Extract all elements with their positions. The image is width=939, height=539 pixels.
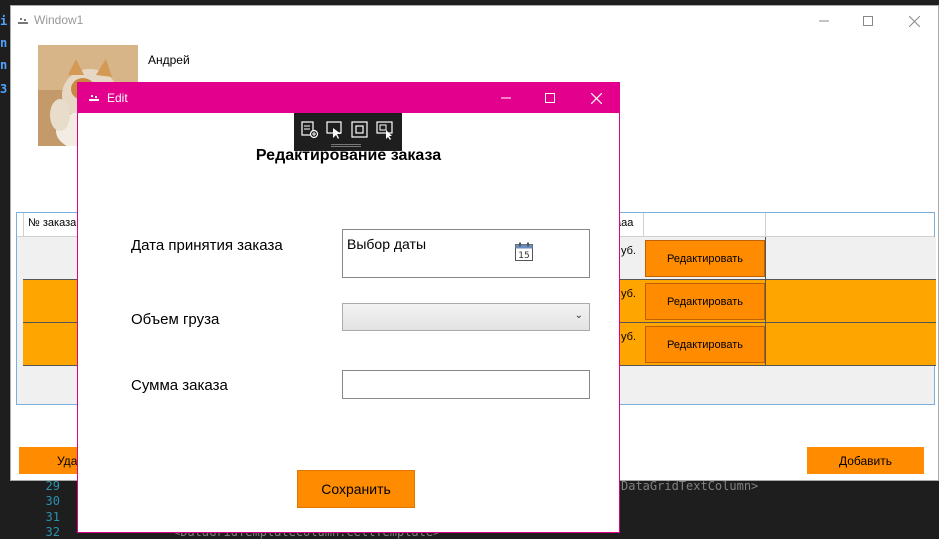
save-button[interactable]: Сохранить xyxy=(297,470,415,508)
xaml-debug-toolbar xyxy=(294,113,402,151)
code-line: DataGridTextColumn> xyxy=(621,479,759,493)
app-icon xyxy=(17,16,29,26)
line-number: 32 xyxy=(45,525,60,539)
editor-fragment: 3 xyxy=(0,82,8,96)
edit-row-button[interactable]: Редактировать xyxy=(645,326,765,363)
price-cell: уб. xyxy=(621,245,636,257)
editor-fragment: n xyxy=(0,58,8,72)
pointer-button[interactable] xyxy=(324,119,346,141)
line-number: 31 xyxy=(45,510,60,524)
edit-dialog: Edit Редактирование заказа Дата принятия… xyxy=(77,82,620,533)
select-element-icon xyxy=(301,121,319,139)
editor-fragment: n xyxy=(0,36,8,50)
minimize-icon xyxy=(501,97,511,99)
calendar-day: 15 xyxy=(518,251,529,261)
track-focus-icon xyxy=(376,121,393,140)
volume-label: Объем груза xyxy=(131,311,220,328)
cell-divider xyxy=(765,237,766,280)
sum-label: Сумма заказа xyxy=(131,377,228,394)
main-window-titlebar[interactable]: Window1 xyxy=(11,6,938,36)
header-divider xyxy=(643,213,644,237)
dialog-titlebar[interactable]: Edit xyxy=(78,83,619,113)
calendar-button[interactable]: 15 xyxy=(514,242,534,262)
header-divider xyxy=(23,213,24,237)
user-name: Андрей xyxy=(148,53,190,67)
maximize-icon xyxy=(863,16,873,26)
price-cell: уб. xyxy=(621,288,636,300)
chevron-down-icon: ⌄ xyxy=(574,310,583,321)
minimize-button[interactable] xyxy=(801,6,847,36)
sum-input[interactable] xyxy=(342,370,590,399)
track-focus-button[interactable] xyxy=(374,119,396,141)
cell-divider xyxy=(765,323,766,366)
edit-row-button[interactable]: Редактировать xyxy=(645,283,765,320)
close-button[interactable] xyxy=(891,6,937,36)
maximize-icon xyxy=(545,93,555,103)
line-number: 30 xyxy=(45,494,60,508)
window-title: Window1 xyxy=(34,13,84,27)
close-icon xyxy=(908,15,920,27)
date-picker-text[interactable]: Выбор даты xyxy=(347,236,426,252)
price-cell: уб. xyxy=(621,331,636,343)
dialog-minimize-button[interactable] xyxy=(483,83,529,113)
line-number: 29 xyxy=(45,479,60,493)
dialog-title: Edit xyxy=(107,91,128,105)
dialog-maximize-button[interactable] xyxy=(527,83,573,113)
header-divider xyxy=(765,213,766,237)
cell-divider xyxy=(765,280,766,323)
select-element-button[interactable] xyxy=(299,119,321,141)
dialog-heading: Редактирование заказа xyxy=(255,147,442,164)
display-layout-button[interactable] xyxy=(349,119,371,141)
calendar-icon: 15 xyxy=(515,242,533,261)
dialog-close-button[interactable] xyxy=(573,83,619,113)
column-header-order-number[interactable]: № заказа xyxy=(28,217,76,229)
display-layout-icon xyxy=(351,121,368,138)
close-icon xyxy=(590,92,602,104)
date-picker[interactable]: Выбор даты 15 xyxy=(342,229,590,278)
minimize-icon xyxy=(819,20,829,22)
add-button[interactable]: Добавить xyxy=(807,447,924,474)
volume-combobox[interactable]: ⌄ xyxy=(342,303,590,331)
date-label: Дата принятия заказа xyxy=(131,237,283,254)
app-icon xyxy=(88,93,100,103)
edit-row-button[interactable]: Редактировать xyxy=(645,240,765,277)
maximize-button[interactable] xyxy=(845,6,891,36)
pointer-icon xyxy=(326,121,342,139)
